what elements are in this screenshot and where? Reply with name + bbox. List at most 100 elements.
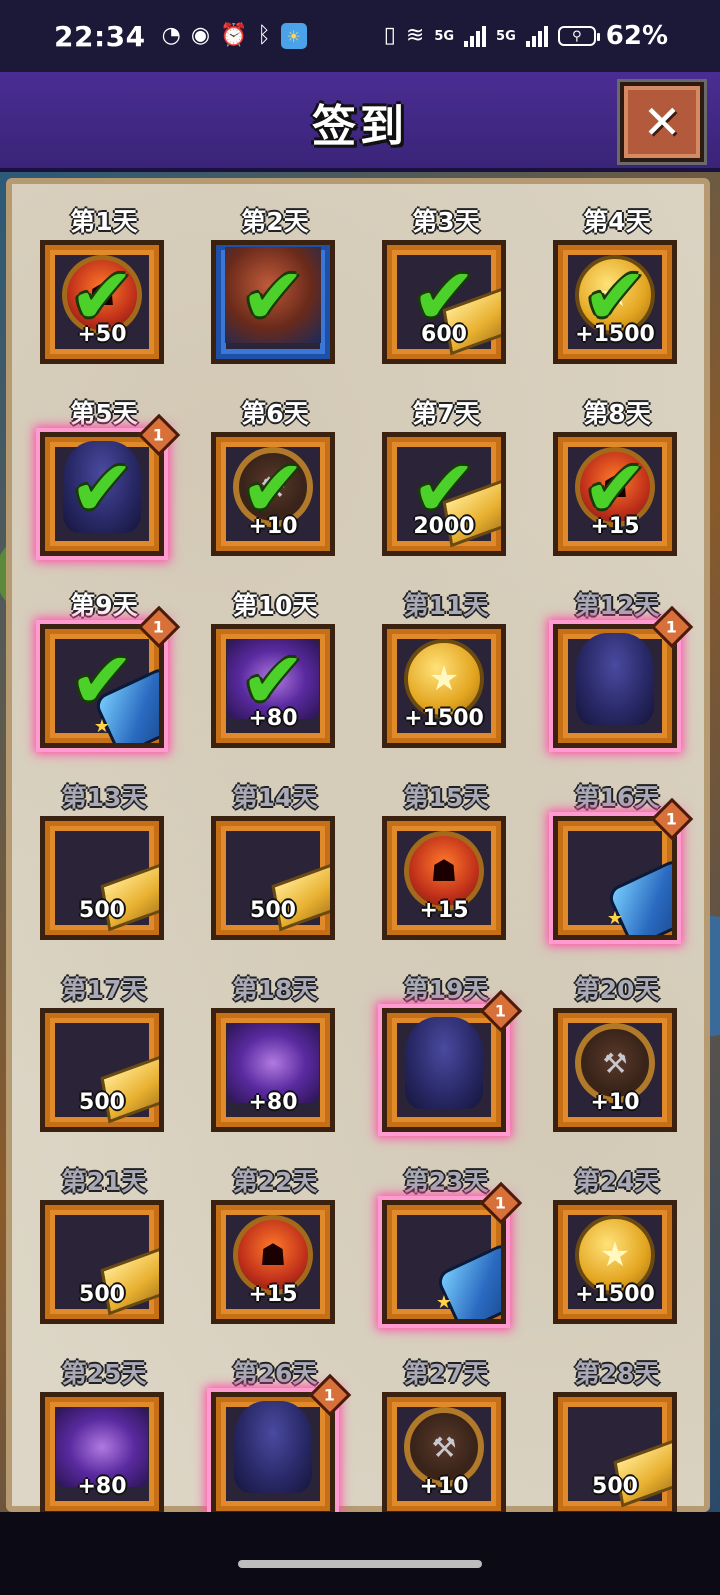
reward-slot[interactable]: 600 ✔ [382, 240, 506, 364]
reward-slot[interactable]: +80 [40, 1392, 164, 1516]
alarm-icon: ⏰ [220, 23, 248, 48]
day-cell[interactable]: 第5天 ✔ 1 [40, 392, 181, 584]
battery-percent: 62% [605, 21, 668, 51]
day-cell[interactable]: 第15天 ☗ +15 [382, 776, 510, 968]
day-cell[interactable]: 第19天 1 [382, 968, 523, 1160]
day-cell[interactable]: 第1天 ☗ +50 ✔ [40, 200, 168, 392]
day-cell[interactable]: 第13天 500 [40, 776, 168, 968]
reward-count: +15 [248, 1282, 298, 1307]
title-bar: 签到 ✕ [0, 72, 720, 172]
day-cell[interactable]: 第22天 ☗ +15 [211, 1160, 339, 1352]
reward-slot[interactable]: 500 [40, 816, 164, 940]
status-time: 22:34 [54, 19, 146, 53]
wifi-icon: ≋ [405, 23, 425, 48]
day-cell[interactable]: 第2天 ✔ [211, 200, 339, 392]
reward-slot[interactable]: ✔ [40, 432, 164, 556]
checkmark-icon: ✔ [240, 252, 306, 343]
reward-slot[interactable]: ★ +1500 [553, 1200, 677, 1324]
day-cell[interactable]: 第4天 ★ +1500 ✔ [553, 200, 681, 392]
day-cell[interactable]: 第14天 500 [211, 776, 339, 968]
reward-count: 500 [79, 1090, 125, 1115]
day-label: 第8天 [583, 399, 651, 428]
day-cell[interactable]: 第10天 +80 ✔ [211, 584, 339, 776]
day-cell[interactable]: 第3天 600 ✔ [382, 200, 510, 392]
day-label: 第18天 [232, 975, 318, 1004]
day-cell[interactable]: 第20天 ⚒ +10 [553, 968, 681, 1160]
day-label: 第13天 [61, 783, 147, 812]
reward-slot[interactable]: ⚒ +10 [553, 1008, 677, 1132]
day-label: 第28天 [574, 1359, 660, 1388]
reward-slot[interactable] [382, 1008, 506, 1132]
day-cell[interactable]: 第18天 +80 [211, 968, 339, 1160]
quantity-badge-text: 1 [666, 617, 678, 637]
checkmark-icon: ✔ [582, 444, 648, 535]
day-cell[interactable]: 第21天 500 [40, 1160, 168, 1352]
reward-slot[interactable]: ⚒ +10 ✔ [211, 432, 335, 556]
reward-slot[interactable]: 2000 ✔ [382, 432, 506, 556]
day-label: 第20天 [574, 975, 660, 1004]
reward-slot[interactable]: ☗ +15 [211, 1200, 335, 1324]
close-icon: ✕ [642, 95, 682, 149]
signal-bars-1-icon [464, 25, 487, 47]
day-label: 第22天 [232, 1167, 318, 1196]
reward-slot[interactable]: ⚒ +10 [382, 1392, 506, 1516]
day-label: 第24天 [574, 1167, 660, 1196]
day-label: 第3天 [412, 207, 480, 236]
day-cell[interactable]: 第23天 ★ 1 [382, 1160, 523, 1352]
reward-count: 500 [79, 1282, 125, 1307]
day-label: 第10天 [232, 591, 318, 620]
checkmark-icon: ✔ [582, 252, 648, 343]
reward-slot[interactable]: 500 [553, 1392, 677, 1516]
quantity-badge-text: 1 [495, 1193, 507, 1213]
reward-slot[interactable] [553, 624, 677, 748]
day-cell[interactable]: 第11天 ★ +1500 [382, 584, 510, 776]
day-cell[interactable]: 第12天 1 [553, 584, 694, 776]
reward-count: +15 [419, 898, 469, 923]
day-cell[interactable]: 第24天 ★ +1500 [553, 1160, 681, 1352]
reward-slot[interactable]: ★ [553, 816, 677, 940]
reward-slot[interactable]: +80 [211, 1008, 335, 1132]
reward-count: +10 [419, 1474, 469, 1499]
bottom-area [0, 1512, 720, 1595]
reward-slot[interactable]: ☗ +50 ✔ [40, 240, 164, 364]
reward-slot[interactable]: ★ +1500 [382, 624, 506, 748]
home-indicator[interactable] [238, 1560, 482, 1568]
day-cell[interactable]: 第9天 ★ ✔ 1 [40, 584, 181, 776]
bluetooth-icon: ᛒ [257, 23, 271, 48]
day-cell[interactable]: 第7天 2000 ✔ [382, 392, 510, 584]
reward-slot[interactable]: ☗ +15 ✔ [553, 432, 677, 556]
reward-slot[interactable]: 500 [211, 816, 335, 940]
reward-slot[interactable]: ★ ✔ [40, 624, 164, 748]
signal-bars-2-icon [525, 25, 548, 47]
day-cell[interactable]: 第6天 ⚒ +10 ✔ [211, 392, 339, 584]
weather-icon: ☀ [280, 23, 307, 49]
status-bar-left: 22:34 ◔ ◉ ⏰ ᛒ ☀ [54, 20, 307, 53]
reward-slot[interactable]: ☗ +15 [382, 816, 506, 940]
day-label: 第2天 [241, 207, 309, 236]
day-cell[interactable]: 第8天 ☗ +15 ✔ [553, 392, 681, 584]
day-label: 第1天 [70, 207, 138, 236]
quantity-badge-text: 1 [666, 809, 678, 829]
notification-icon: ◔ [161, 23, 181, 48]
reward-slot[interactable]: ★ +1500 ✔ [553, 240, 677, 364]
reward-slot[interactable]: 500 [40, 1200, 164, 1324]
dark-monster-icon [576, 633, 654, 726]
day-label: 第4天 [583, 207, 651, 236]
reward-slot[interactable] [211, 1392, 335, 1516]
reward-slot[interactable]: +80 ✔ [211, 624, 335, 748]
network-type-2: 5G [496, 28, 516, 44]
network-type-1: 5G [434, 28, 455, 44]
day-cell[interactable]: 第17天 500 [40, 968, 168, 1160]
reward-slot[interactable]: 500 [40, 1008, 164, 1132]
reward-slot[interactable]: ★ [382, 1200, 506, 1324]
day-cell[interactable]: 第16天 ★ 1 [553, 776, 694, 968]
battery-icon: ⚲ [557, 26, 600, 46]
reward-count: +10 [590, 1090, 640, 1115]
checkin-grid: 第1天 ☗ +50 ✔ 第2天 ✔ 第3天 600 ✔ 第4天 ★ +1500 ✔ 第5天 ✔ 1 第6天 ⚒ +1… [40, 200, 694, 1544]
close-button[interactable]: ✕ [620, 82, 704, 162]
dark-monster-icon [234, 1401, 312, 1494]
reward-count: +80 [77, 1474, 127, 1499]
reward-slot[interactable]: ✔ [211, 240, 335, 364]
day-label: 第27天 [403, 1359, 489, 1388]
day-label: 第21天 [61, 1167, 147, 1196]
